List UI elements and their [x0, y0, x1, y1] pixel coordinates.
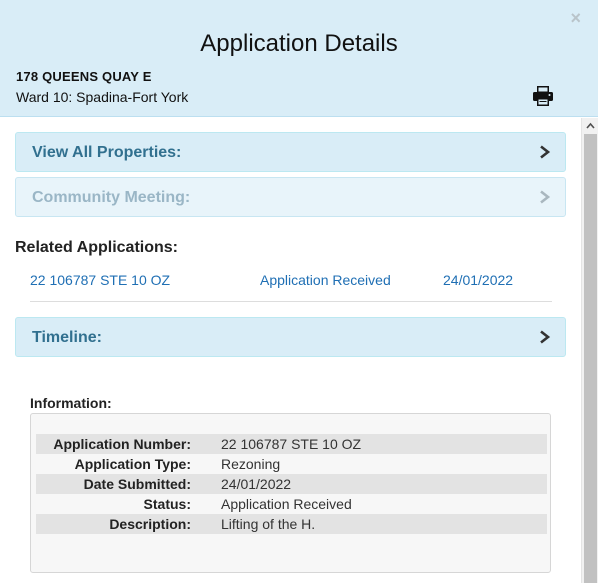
property-address: 178 QUEENS QUAY E [16, 69, 152, 84]
panel-label: Community Meeting: [32, 189, 191, 206]
info-value: 22 106787 STE 10 OZ [221, 434, 547, 454]
modal-title: Application Details [200, 30, 398, 57]
information-table: Application Number: 22 106787 STE 10 OZ … [36, 434, 547, 534]
chevron-right-icon [540, 330, 551, 344]
info-label: Description: [36, 514, 191, 534]
modal-header: Application Details × 178 QUEENS QUAY E … [0, 0, 598, 117]
info-label: Status: [143, 496, 191, 512]
view-all-properties-panel[interactable]: View All Properties: [15, 132, 566, 172]
vertical-scrollbar[interactable] [581, 118, 598, 583]
info-label: Date Submitted: [36, 474, 191, 494]
panel-label: Timeline: [32, 329, 102, 346]
close-button[interactable]: × [570, 9, 581, 27]
scroll-up-arrow-icon[interactable] [582, 118, 598, 134]
info-row: Application Number: 22 106787 STE 10 OZ [36, 434, 547, 454]
info-value: Application Received [221, 496, 352, 512]
scrollbar-thumb[interactable] [584, 134, 597, 583]
info-row: Application Type: Rezoning [36, 454, 547, 474]
info-value: Lifting of the H. [221, 514, 547, 534]
info-label: Application Number: [36, 434, 191, 454]
chevron-right-icon [540, 145, 551, 159]
related-application-link[interactable]: 22 106787 STE 10 OZ [30, 272, 170, 288]
info-row: Status: Application Received [36, 494, 547, 514]
information-title: Information: [30, 395, 112, 411]
info-row: Description: Lifting of the H. [36, 514, 547, 534]
related-applications-title: Related Applications: [15, 239, 178, 256]
related-application-status: Application Received [260, 272, 391, 288]
printer-icon[interactable] [532, 86, 554, 106]
info-label: Application Type: [74, 456, 191, 472]
panel-label: View All Properties: [32, 144, 182, 161]
related-application-date: 24/01/2022 [443, 272, 514, 288]
community-meeting-panel[interactable]: Community Meeting: [15, 177, 566, 217]
related-application-row: 22 106787 STE 10 OZ Application Received… [30, 272, 552, 302]
info-row: Date Submitted: 24/01/2022 [36, 474, 547, 494]
information-box: Application Number: 22 106787 STE 10 OZ … [30, 413, 551, 573]
timeline-panel[interactable]: Timeline: [15, 317, 566, 357]
info-value: 24/01/2022 [221, 474, 547, 494]
ward-label: Ward 10: Spadina-Fort York [16, 89, 189, 105]
chevron-right-icon [540, 190, 551, 204]
info-value: Rezoning [221, 456, 281, 472]
